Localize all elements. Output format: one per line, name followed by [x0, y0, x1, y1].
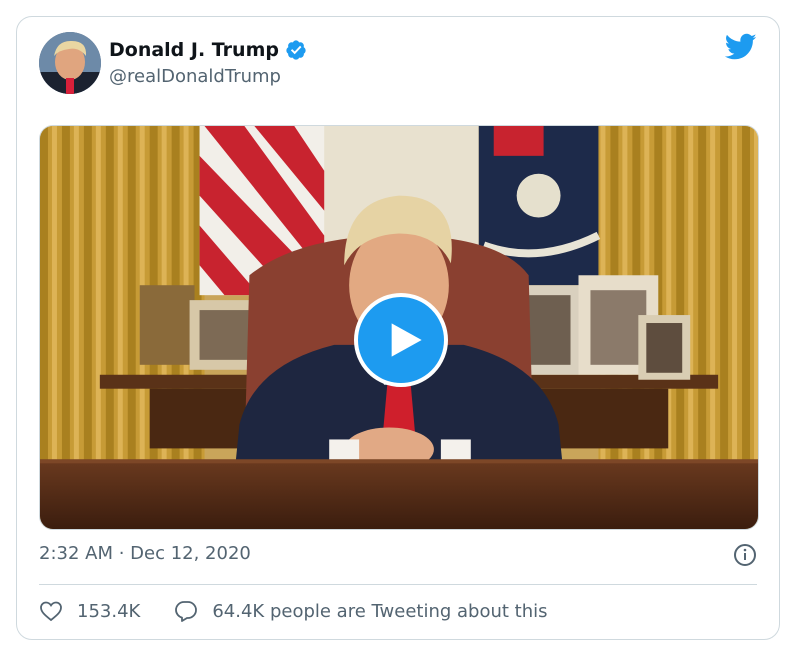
like-button[interactable]: 153.4K [39, 599, 140, 623]
reply-text: 64.4K people are Tweeting about this [212, 600, 548, 622]
play-button[interactable] [354, 293, 448, 387]
author-avatar[interactable] [39, 32, 101, 94]
twitter-bird-icon[interactable] [725, 33, 757, 61]
verified-badge-icon [286, 40, 306, 60]
info-icon[interactable] [733, 543, 757, 567]
like-count: 153.4K [77, 600, 141, 622]
heart-icon [40, 601, 62, 622]
tweet-card: Donald J. Trump @realDonaldTrump 2:32 AM… [16, 16, 780, 640]
author-handle[interactable]: @realDonaldTrump [109, 66, 281, 87]
reply-button[interactable]: 64.4K people are Tweeting about this [174, 599, 548, 623]
author-name[interactable]: Donald J. Trump [109, 39, 279, 61]
reply-icon [175, 601, 198, 622]
video-player[interactable] [39, 125, 759, 530]
play-icon [391, 323, 422, 357]
divider [39, 584, 757, 585]
tweet-timestamp[interactable]: 2:32 AM · Dec 12, 2020 [39, 543, 251, 564]
